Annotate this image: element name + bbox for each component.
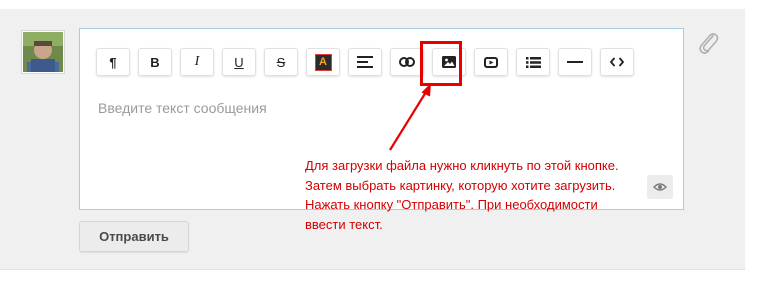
align-left-icon bbox=[357, 56, 373, 68]
italic-icon: I bbox=[194, 54, 200, 69]
list-icon bbox=[525, 56, 541, 68]
annotation-line: ввести текст. bbox=[305, 216, 383, 232]
italic-button[interactable]: I bbox=[180, 48, 214, 76]
list-button[interactable] bbox=[516, 48, 550, 76]
align-button[interactable] bbox=[348, 48, 382, 76]
paragraph-button[interactable]: ¶ bbox=[96, 48, 130, 76]
underline-icon: U bbox=[234, 54, 244, 70]
horizontal-rule-icon bbox=[567, 61, 583, 63]
text-color-icon: A bbox=[314, 53, 332, 71]
strikethrough-icon: S bbox=[276, 54, 286, 70]
annotation-line: Нажать кнопку "Отправить". При необходим… bbox=[305, 197, 598, 212]
instruction-annotation: Для загрузки файла нужно кликнуть по это… bbox=[305, 156, 725, 234]
send-button[interactable]: Отправить bbox=[79, 221, 189, 252]
bold-button[interactable]: B bbox=[138, 48, 172, 76]
message-placeholder: Введите текст сообщения bbox=[98, 100, 267, 116]
annotation-line: Затем выбрать картинку, которую хотите з… bbox=[305, 177, 616, 193]
link-button[interactable] bbox=[390, 48, 424, 76]
avatar-photo bbox=[23, 32, 63, 72]
strikethrough-button[interactable]: S bbox=[264, 48, 298, 76]
code-button[interactable] bbox=[600, 48, 634, 76]
horizontal-rule-button[interactable] bbox=[558, 48, 592, 76]
text-color-button[interactable]: A bbox=[306, 48, 340, 76]
code-icon bbox=[610, 57, 624, 67]
video-icon bbox=[484, 56, 498, 68]
paperclip-icon bbox=[699, 33, 719, 54]
editor-toolbar: ¶ B I U S A bbox=[96, 48, 634, 76]
underline-button[interactable]: U bbox=[222, 48, 256, 76]
paragraph-icon: ¶ bbox=[109, 54, 117, 70]
bold-icon: B bbox=[150, 54, 160, 70]
image-button-highlight bbox=[420, 41, 462, 86]
annotation-line: Для загрузки файла нужно кликнуть по это… bbox=[305, 158, 619, 173]
attach-file-button[interactable] bbox=[697, 30, 719, 56]
avatar bbox=[21, 30, 65, 74]
video-button[interactable] bbox=[474, 48, 508, 76]
link-icon bbox=[399, 57, 415, 67]
